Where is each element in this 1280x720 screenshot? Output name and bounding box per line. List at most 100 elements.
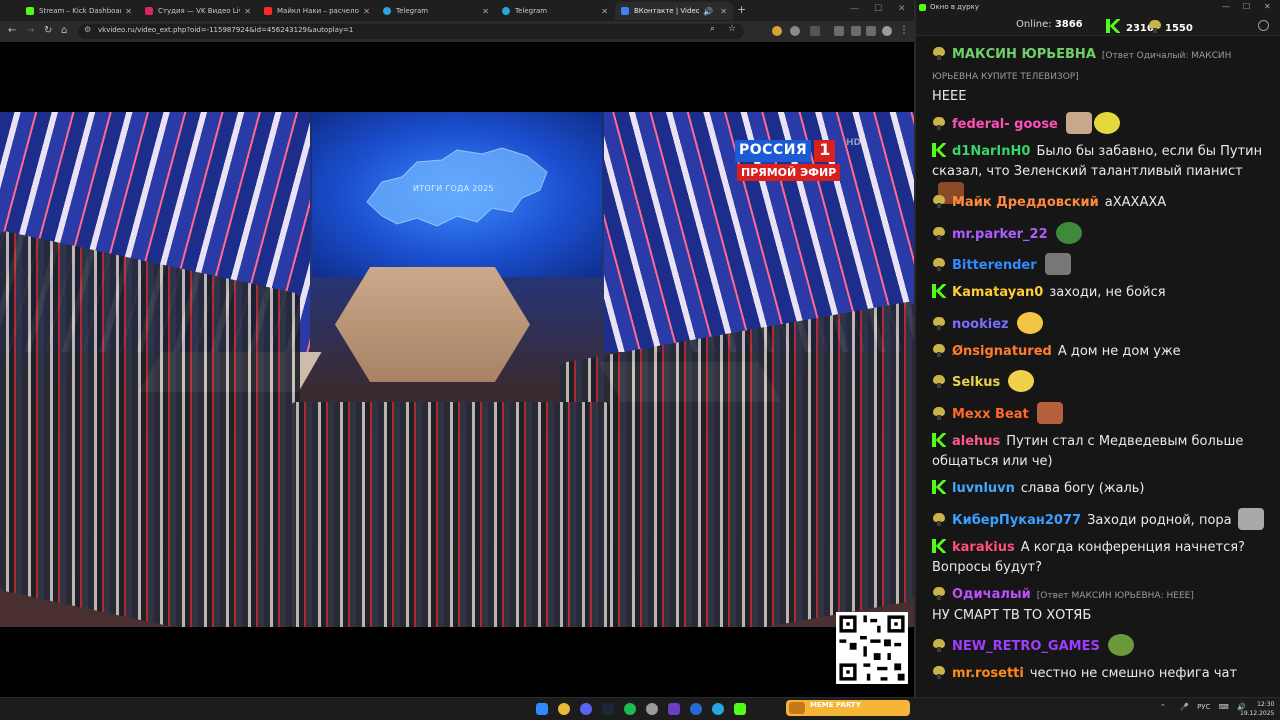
chat-window-title: Окно в дурку: [930, 3, 979, 11]
chat-title-bar: Окно в дурку — ☐ ✕: [916, 0, 1280, 16]
telegram-icon: [383, 7, 391, 15]
emote-cat-icon: [1044, 253, 1071, 275]
emote-face-icon: [1036, 402, 1063, 424]
vk-badge-icon: [932, 46, 946, 60]
mic-icon[interactable]: 🎤: [1180, 703, 1189, 711]
close-icon[interactable]: ✕: [363, 7, 370, 16]
chat-message: Ønsignatured А дом не дом уже: [932, 342, 1264, 362]
emote-grin-icon: [1016, 312, 1043, 334]
chat-message: Майк Дреддовский аХАХАХА: [932, 193, 1264, 213]
vk-badge-icon: [932, 316, 946, 330]
close-icon[interactable]: ✕: [125, 7, 132, 16]
online-stat: Online: 3866: [1016, 19, 1083, 30]
close-icon[interactable]: ✕: [244, 7, 251, 16]
chat-message: luvnluvn слава богу (жаль): [932, 479, 1264, 499]
chrome-icon[interactable]: [558, 703, 570, 715]
discord-icon[interactable]: [580, 703, 592, 715]
video-player[interactable]: ИТОГИ ГОДА 2025 РОССИЯ 1 ПРЯМОЙ ЭФИР HD: [0, 42, 914, 697]
close-window-button[interactable]: ✕: [898, 4, 906, 14]
close-window-button[interactable]: ✕: [1264, 2, 1271, 11]
minimize-button[interactable]: —: [1222, 2, 1230, 11]
download-icon[interactable]: [834, 26, 844, 36]
url-field[interactable]: ⚙ vkvideo.ru/video_ext.php?oid=-11598792…: [78, 24, 744, 39]
reload-icon[interactable]: ↻: [44, 25, 52, 36]
chat-message: Kamatayan0 заходи, не бойся: [932, 283, 1264, 303]
chat-message: karakius А когда конференция начнется? Во…: [932, 539, 1245, 575]
tab-kick-dashboard[interactable]: Stream – Kick Dashboard ✕: [20, 2, 138, 20]
tab-vk-studio[interactable]: Студия — VK Видео Live ✕: [139, 2, 257, 20]
chat-message: Одичалый [Ответ МАКСИН ЮРЬЕВНА: НЕЕЕ] НУ С…: [932, 587, 1194, 623]
chevron-up-icon[interactable]: ⌃: [1160, 703, 1166, 711]
kick-badge-icon: [932, 433, 946, 447]
chat-stats-bar: Online: 3866 2316 1550: [916, 16, 1280, 36]
url-text: vkvideo.ru/video_ext.php?oid=-115987924&…: [98, 26, 354, 34]
spotify-icon[interactable]: [624, 703, 636, 715]
search-icon[interactable]: ⌕: [710, 24, 715, 34]
new-tab-button[interactable]: +: [737, 3, 746, 16]
split-view-icon[interactable]: [866, 26, 876, 36]
extension-icon[interactable]: [772, 26, 782, 36]
stage: [335, 267, 530, 382]
close-icon[interactable]: ✕: [720, 7, 727, 16]
steam-icon[interactable]: [602, 703, 614, 715]
tab-bar: Stream – Kick Dashboard ✕ Студия — VK Ви…: [0, 0, 914, 21]
vk-badge-icon: [932, 343, 946, 357]
maximize-button[interactable]: ☐: [1243, 2, 1250, 11]
address-bar: ← → ↻ ⌂ ⚙ vkvideo.ru/video_ext.php?oid=-…: [0, 21, 914, 42]
emote-frog-icon: [1107, 634, 1134, 656]
vk-badge-icon: [932, 665, 946, 679]
vk-badge-icon: [932, 226, 946, 240]
telegram-icon: [502, 7, 510, 15]
vk-badge-icon: [932, 638, 946, 652]
vk-badge-icon: [932, 406, 946, 420]
extensions-puzzle-icon[interactable]: [810, 26, 820, 36]
tab-telegram-1[interactable]: Telegram ✕: [377, 2, 495, 20]
obs-icon[interactable]: [646, 703, 658, 715]
profile-avatar[interactable]: [882, 26, 892, 36]
vk-badge-icon: [932, 374, 946, 388]
settings-icon[interactable]: [1258, 20, 1269, 31]
app-icon[interactable]: [668, 703, 680, 715]
minimize-button[interactable]: —: [850, 4, 859, 14]
emote-goose-icon: [1065, 112, 1092, 134]
chat-message: Bitterender: [932, 253, 1264, 276]
qr-code: [836, 612, 908, 684]
close-icon[interactable]: ✕: [601, 7, 608, 16]
back-arrow-icon[interactable]: ←: [8, 25, 16, 36]
sidebar-icon[interactable]: [851, 26, 861, 36]
taskbar: MEME PARTY ⌃ 🎤 РУС ⌨ 🔊 12:30 19.12.2025: [0, 697, 1280, 720]
forward-arrow-icon[interactable]: →: [26, 25, 34, 36]
vk-badge-icon: [932, 512, 946, 526]
kick-icon[interactable]: [734, 703, 746, 715]
chat-message: federal- goose: [932, 112, 1264, 135]
chat-message: mr.parker_22: [932, 222, 1264, 245]
tab-vk-video-ext[interactable]: ВКонтакте | Video Ext 🔊 ✕: [615, 2, 733, 20]
media-player-icon[interactable]: [690, 703, 702, 715]
network-icon[interactable]: ⌨: [1219, 703, 1229, 711]
meme-party-widget[interactable]: MEME PARTY: [786, 700, 910, 716]
bookmark-star-icon[interactable]: ☆: [728, 24, 736, 34]
tab-youtube-video[interactable]: Майкл Наки – расчеловечивание ✕: [258, 2, 376, 20]
maximize-button[interactable]: ☐: [874, 4, 882, 14]
chat-message-list[interactable]: МАКСИН ЮРЬЕВНА [Ответ Одичалый: МАКСИН ЮР…: [916, 37, 1280, 697]
video-frame: ИТОГИ ГОДА 2025 РОССИЯ 1 ПРЯМОЙ ЭФИР HD: [0, 112, 914, 627]
chat-message: Mexx Beat: [932, 402, 1264, 425]
close-icon[interactable]: ✕: [482, 7, 489, 16]
system-tray[interactable]: ⌃ 🎤 РУС ⌨ 🔊: [1160, 703, 1246, 711]
speaker-icon[interactable]: 🔊: [703, 7, 713, 16]
vk-icon: [621, 7, 629, 15]
chat-window: Окно в дурку — ☐ ✕ Online: 3866 2316 155…: [914, 0, 1280, 697]
telegram-icon[interactable]: [712, 703, 724, 715]
kick-icon: [1106, 19, 1120, 33]
tab-telegram-2[interactable]: Telegram ✕: [496, 2, 614, 20]
channel-logo: РОССИЯ 1 ПРЯМОЙ ЭФИР: [735, 140, 847, 188]
menu-dots-icon[interactable]: ⋮: [899, 25, 909, 36]
extension-badge-icon[interactable]: [790, 26, 800, 36]
home-icon[interactable]: ⌂: [61, 25, 67, 36]
language-indicator[interactable]: РУС: [1197, 703, 1210, 711]
youtube-icon: [264, 7, 272, 15]
site-info-icon[interactable]: ⚙: [84, 25, 91, 34]
windows-start-icon[interactable]: [536, 703, 548, 715]
screen-title: ИТОГИ ГОДА 2025: [413, 184, 494, 193]
clock[interactable]: 12:30 19.12.2025: [1240, 700, 1274, 718]
